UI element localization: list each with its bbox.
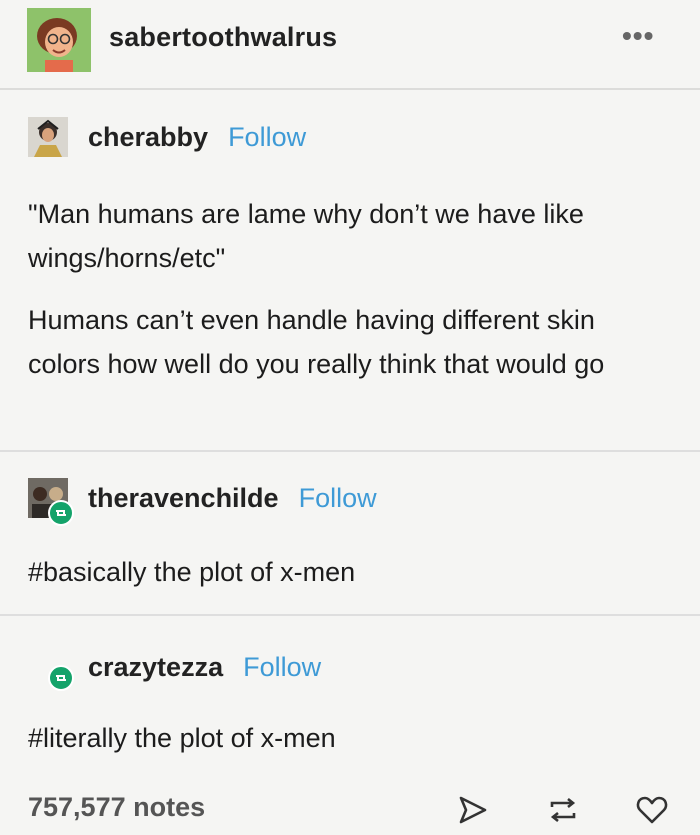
follow-button[interactable]: Follow: [243, 652, 321, 683]
share-icon[interactable]: [458, 795, 488, 825]
reblog-badge-icon: [48, 665, 74, 691]
reblogger-row-2: theravenchilde Follow: [28, 478, 377, 526]
reblogger-row-1: cherabby Follow: [28, 117, 306, 157]
heart-icon[interactable]: [636, 795, 668, 825]
reblogger-name[interactable]: cherabby: [88, 122, 208, 153]
post-header: sabertoothwalrus •••: [0, 0, 700, 90]
reblogger-row-3: crazytezza Follow: [28, 647, 321, 691]
avatar[interactable]: [27, 8, 91, 72]
follow-button[interactable]: Follow: [228, 122, 306, 153]
divider: [0, 450, 700, 452]
reblog-icon[interactable]: [546, 795, 580, 825]
avatar[interactable]: [28, 117, 68, 157]
reblogger-name[interactable]: theravenchilde: [88, 483, 279, 514]
reblogger-name[interactable]: crazytezza: [88, 652, 223, 683]
divider: [0, 614, 700, 616]
more-icon[interactable]: •••: [622, 20, 654, 52]
post-text: "Man humans are lame why don’t we have l…: [28, 199, 584, 273]
post-text: #literally the plot of x-men: [28, 723, 336, 753]
notes-count[interactable]: 757,577 notes: [28, 792, 205, 823]
post-text: #basically the plot of x-men: [28, 557, 356, 587]
blog-name[interactable]: sabertoothwalrus: [109, 22, 337, 53]
avatar[interactable]: [28, 647, 74, 691]
tumblr-post: sabertoothwalrus ••• cherabby Follow "Ma…: [0, 0, 700, 835]
avatar[interactable]: [28, 478, 74, 526]
avatar-illustration: [27, 8, 91, 72]
reblog-badge-icon: [48, 500, 74, 526]
post-text: Humans can’t even handle having differen…: [28, 305, 605, 379]
follow-button[interactable]: Follow: [299, 483, 377, 514]
